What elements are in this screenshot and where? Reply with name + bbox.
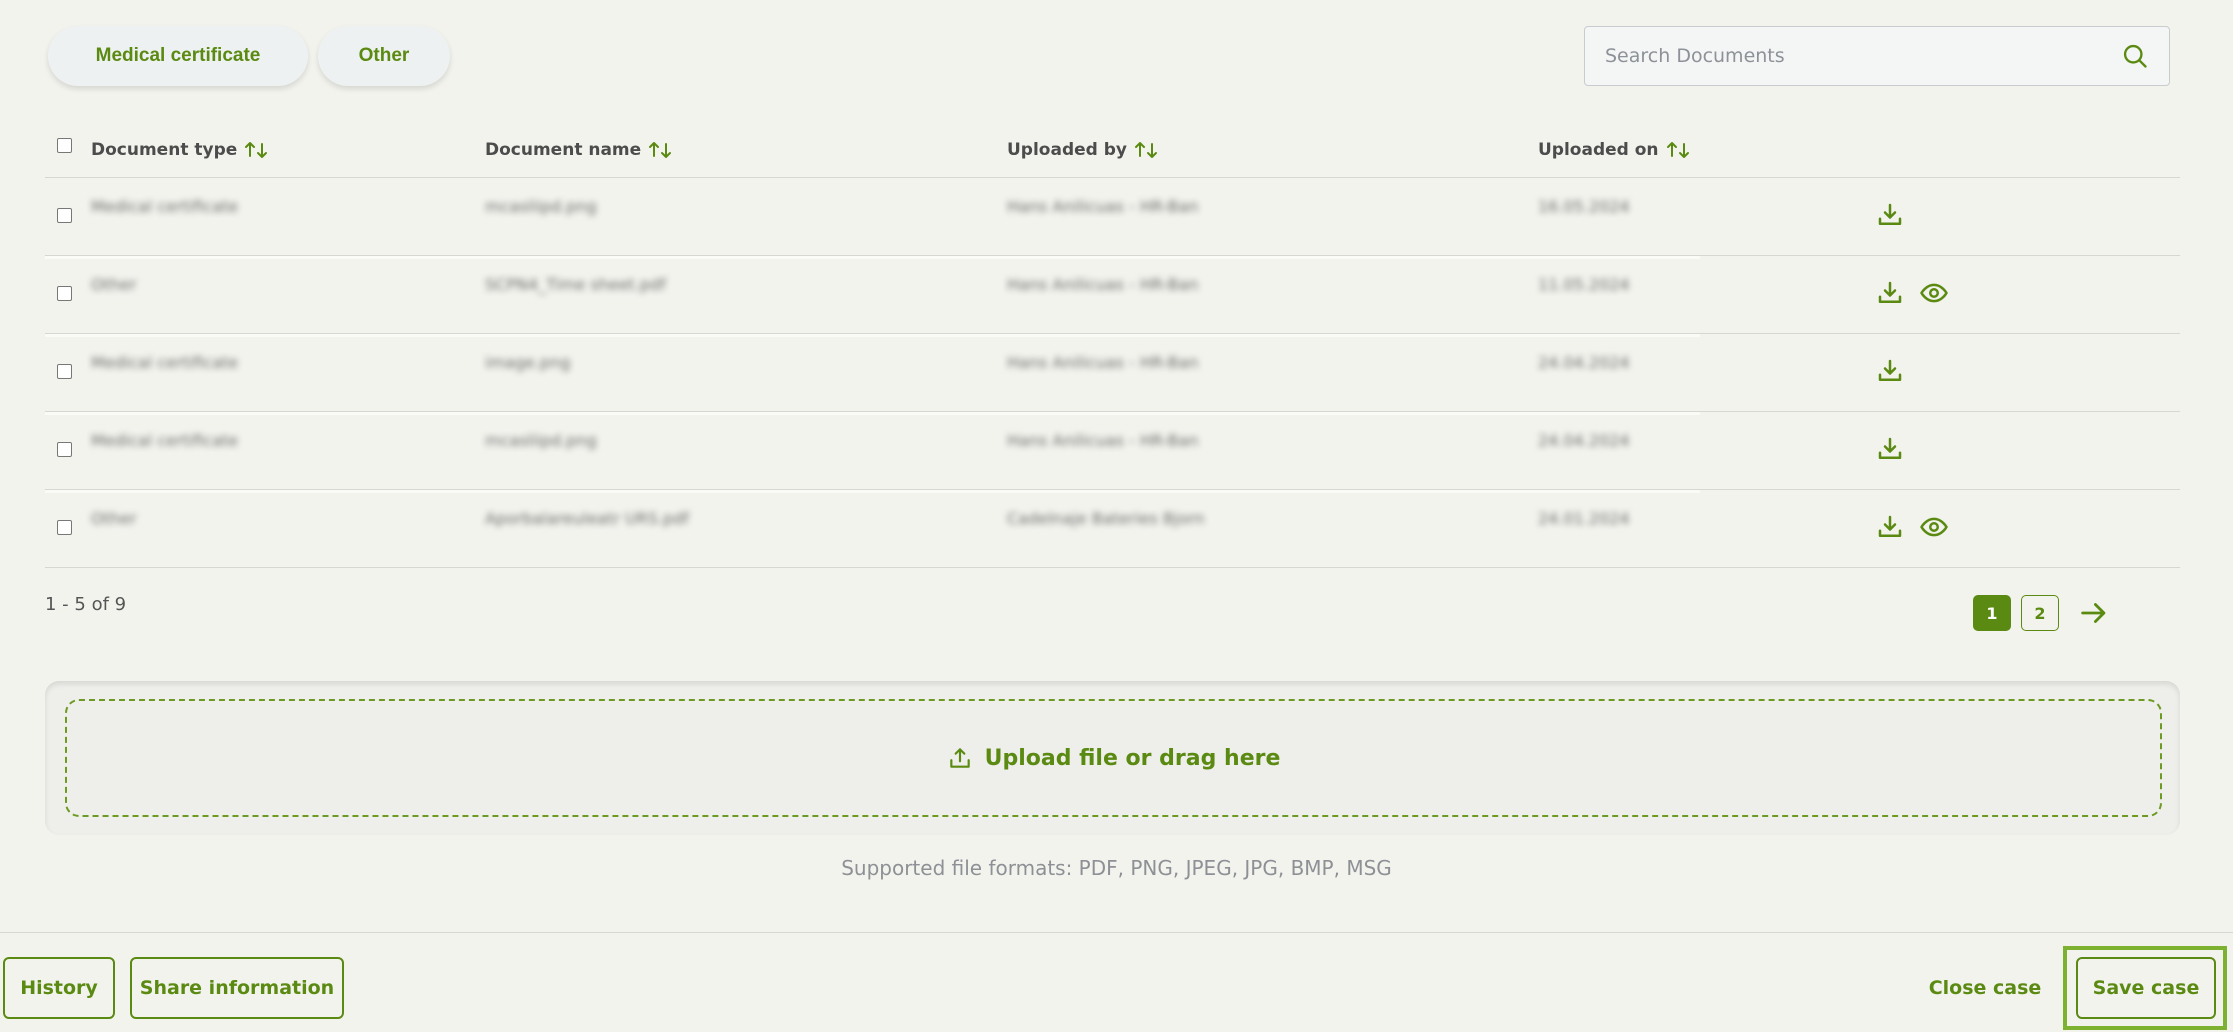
cell-uploaded-by: Hans Anilicuas - HR-Ban (1007, 275, 1199, 294)
cell-uploaded-on: 24.04.2024 (1538, 353, 1630, 372)
cell-uploaded-by: Hans Anilicuas - HR-Ban (1007, 431, 1199, 450)
row-actions (1875, 512, 1949, 542)
cell-document-name: mcasliipd.png (485, 431, 597, 450)
footer-divider (0, 932, 2233, 933)
upload-icon (949, 748, 970, 768)
row-actions (1875, 434, 1905, 464)
cell-uploaded-on: 24.04.2024 (1538, 431, 1630, 450)
table-row: Medical certificate image.png Hans Anili… (45, 334, 2180, 415)
cell-document-name: mcasliipd.png (485, 197, 597, 216)
download-icon[interactable] (1875, 434, 1905, 464)
filter-chips: Medical certificate Other (48, 26, 450, 86)
header-uploaded-on[interactable]: Uploaded on (1538, 140, 1691, 160)
upload-dropzone[interactable]: Upload file or drag here (65, 699, 2162, 817)
cell-uploaded-by: Hans Anilicuas - HR-Ban (1007, 197, 1199, 216)
arrow-right-icon[interactable] (2077, 596, 2111, 630)
header-uploaded-by[interactable]: Uploaded by (1007, 140, 1159, 160)
filter-chip-other[interactable]: Other (318, 26, 450, 86)
cell-uploaded-on: 24.01.2024 (1538, 509, 1630, 528)
table-row: Medical certificate mcasliipd.png Hans A… (45, 412, 2180, 493)
table-row: Medical certificate mcasliipd.png Hans A… (45, 178, 2180, 259)
table-row: Other SCPN4_Time sheet.pdf Hans Anilicua… (45, 256, 2180, 337)
cell-document-name: SCPN4_Time sheet.pdf (485, 275, 666, 294)
supported-formats: Supported file formats: PDF, PNG, JPEG, … (841, 856, 1392, 880)
share-information-button[interactable]: Share information (130, 957, 344, 1019)
pagination: 1 2 (1973, 595, 2111, 631)
row-actions (1875, 356, 1905, 386)
search-box (1584, 26, 2170, 86)
row-checkbox[interactable] (57, 286, 72, 301)
header-document-name[interactable]: Document name (485, 140, 673, 160)
sort-icon[interactable] (647, 140, 673, 160)
row-checkbox[interactable] (57, 208, 72, 223)
row-checkbox[interactable] (57, 364, 72, 379)
cell-document-type: Medical certificate (91, 353, 239, 372)
select-all-checkbox[interactable] (57, 138, 72, 153)
sort-icon[interactable] (1665, 140, 1691, 160)
upload-label: Upload file or drag here (984, 745, 1281, 771)
row-checkbox[interactable] (57, 442, 72, 457)
cell-uploaded-by: Cadelnaje Bateries Bjorn (1007, 509, 1205, 528)
results-count: 1 - 5 of 9 (45, 594, 127, 615)
search-input[interactable] (1605, 45, 2121, 67)
cell-uploaded-by: Hans Anilicuas - HR-Ban (1007, 353, 1199, 372)
cell-document-name: Aporbalareuleatr URS.pdf (485, 509, 689, 528)
cell-document-type: Other (91, 275, 137, 294)
eye-icon[interactable] (1919, 278, 1949, 308)
documents-table: Document type Document name Uploaded by … (45, 120, 2180, 568)
filter-chip-medical-certificate[interactable]: Medical certificate (48, 26, 308, 86)
search-icon[interactable] (2121, 42, 2149, 70)
cell-document-type: Medical certificate (91, 197, 239, 216)
eye-icon[interactable] (1919, 512, 1949, 542)
cell-document-name: image.png (485, 353, 571, 372)
table-row: Other Aporbalareuleatr URS.pdf Cadelnaje… (45, 490, 2180, 568)
save-case-button[interactable]: Save case (2076, 957, 2216, 1019)
history-button[interactable]: History (3, 957, 115, 1019)
download-icon[interactable] (1875, 356, 1905, 386)
cell-uploaded-on: 16.05.2024 (1538, 197, 1630, 216)
upload-panel: Upload file or drag here (45, 681, 2180, 835)
sort-icon[interactable] (1133, 140, 1159, 160)
row-checkbox[interactable] (57, 520, 72, 535)
table-header: Document type Document name Uploaded by … (45, 120, 2180, 178)
row-actions (1875, 200, 1905, 230)
page-button-1[interactable]: 1 (1973, 595, 2011, 631)
close-case-button[interactable]: Close case (1920, 957, 2050, 1019)
cell-document-type: Medical certificate (91, 431, 239, 450)
row-actions (1875, 278, 1949, 308)
download-icon[interactable] (1875, 512, 1905, 542)
sort-icon[interactable] (243, 140, 269, 160)
cell-uploaded-on: 11.05.2024 (1538, 275, 1630, 294)
cell-document-type: Other (91, 509, 137, 528)
download-icon[interactable] (1875, 278, 1905, 308)
download-icon[interactable] (1875, 200, 1905, 230)
page-button-2[interactable]: 2 (2021, 595, 2059, 631)
header-document-type[interactable]: Document type (91, 140, 269, 160)
